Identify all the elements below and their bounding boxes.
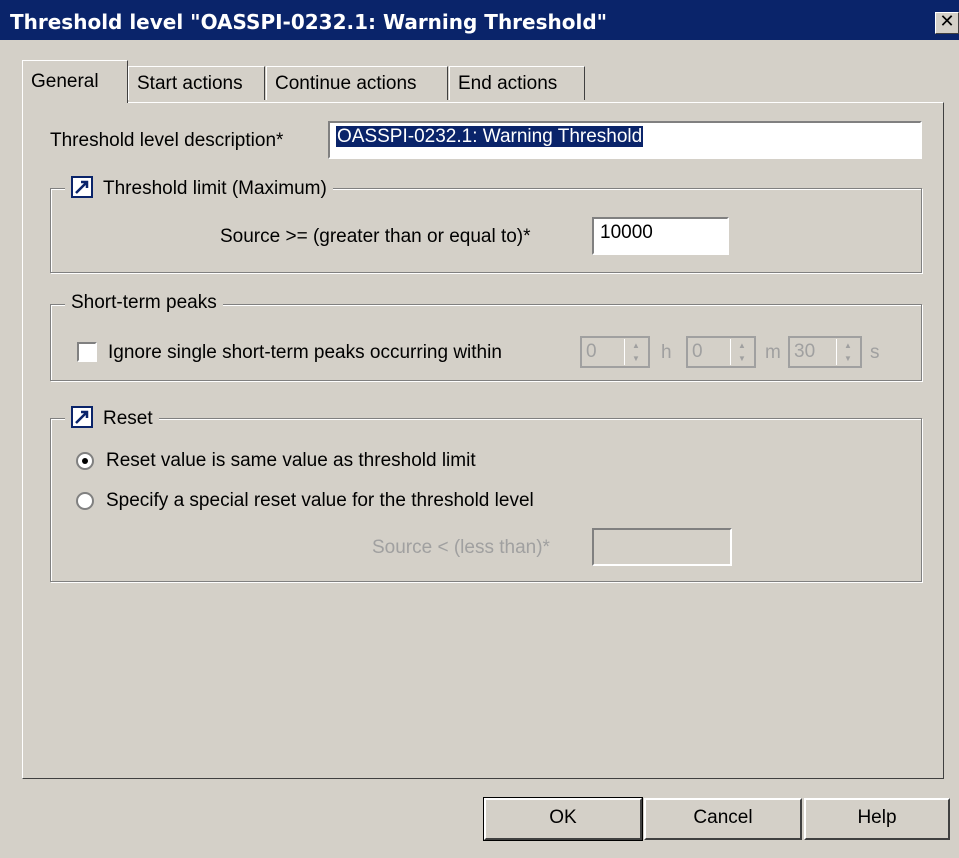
tab-end-actions[interactable]: End actions <box>449 66 585 100</box>
threshold-value: 10000 <box>600 222 653 243</box>
reset-title: Reset <box>103 408 153 429</box>
close-icon: ✕ <box>939 11 955 32</box>
spin-down-icon[interactable]: ▼ <box>837 352 859 365</box>
tab-label: Continue actions <box>275 73 417 94</box>
seconds-spinner[interactable]: 30 ▲ ▼ <box>788 336 862 368</box>
short-term-peaks-legend: Short-term peaks <box>65 292 223 314</box>
reset-special-radio[interactable] <box>76 492 94 510</box>
reset-legend: Reset <box>65 406 159 430</box>
expand-arrow-icon[interactable] <box>71 406 93 428</box>
threshold-limit-legend: Threshold limit (Maximum) <box>65 176 333 200</box>
spin-down-icon[interactable]: ▼ <box>731 352 753 365</box>
hours-spinner[interactable]: 0 ▲ ▼ <box>580 336 650 368</box>
tab-continue-actions[interactable]: Continue actions <box>266 66 448 100</box>
window-title: Threshold level "OASSPI-0232.1: Warning … <box>10 10 608 34</box>
tab-label: Start actions <box>137 73 243 94</box>
reset-same-radio[interactable] <box>76 452 94 470</box>
description-label: Threshold level description* <box>50 130 284 151</box>
spin-down-icon[interactable]: ▼ <box>625 352 647 365</box>
description-value: OASSPI-0232.1: Warning Threshold <box>336 126 644 147</box>
tab-label: General <box>31 71 99 92</box>
ignore-peaks-checkbox[interactable] <box>77 342 97 362</box>
description-field[interactable]: OASSPI-0232.1: Warning Threshold <box>328 121 922 159</box>
spin-up-icon[interactable]: ▲ <box>731 339 753 352</box>
help-button[interactable]: Help <box>804 798 950 840</box>
threshold-value-field[interactable]: 10000 <box>592 217 729 255</box>
cancel-button[interactable]: Cancel <box>644 798 802 840</box>
reset-same-label: Reset value is same value as threshold l… <box>106 450 476 471</box>
ok-button[interactable]: OK <box>483 797 643 841</box>
tab-general[interactable]: General <box>22 60 128 103</box>
spin-up-icon[interactable]: ▲ <box>625 339 647 352</box>
seconds-unit: s <box>870 342 880 363</box>
expand-arrow-icon[interactable] <box>71 176 93 198</box>
reset-value-field[interactable] <box>592 528 732 566</box>
hours-unit: h <box>661 342 672 363</box>
minutes-spinner[interactable]: 0 ▲ ▼ <box>686 336 756 368</box>
reset-special-label: Specify a special reset value for the th… <box>106 490 534 511</box>
hours-value: 0 <box>586 341 597 362</box>
tab-label: End actions <box>458 73 558 94</box>
minutes-unit: m <box>765 342 781 363</box>
close-button[interactable]: ✕ <box>935 12 959 34</box>
spin-up-icon[interactable]: ▲ <box>837 339 859 352</box>
source-greater-label: Source >= (greater than or equal to)* <box>220 226 531 247</box>
short-term-peaks-title: Short-term peaks <box>71 292 217 313</box>
threshold-limit-title: Threshold limit (Maximum) <box>103 178 327 199</box>
title-bar: Threshold level "OASSPI-0232.1: Warning … <box>0 0 959 40</box>
tab-start-actions[interactable]: Start actions <box>128 66 265 100</box>
source-less-label: Source < (less than)* <box>372 537 550 558</box>
minutes-value: 0 <box>692 341 703 362</box>
seconds-value: 30 <box>794 341 816 362</box>
ignore-peaks-label: Ignore single short-term peaks occurring… <box>108 342 502 363</box>
